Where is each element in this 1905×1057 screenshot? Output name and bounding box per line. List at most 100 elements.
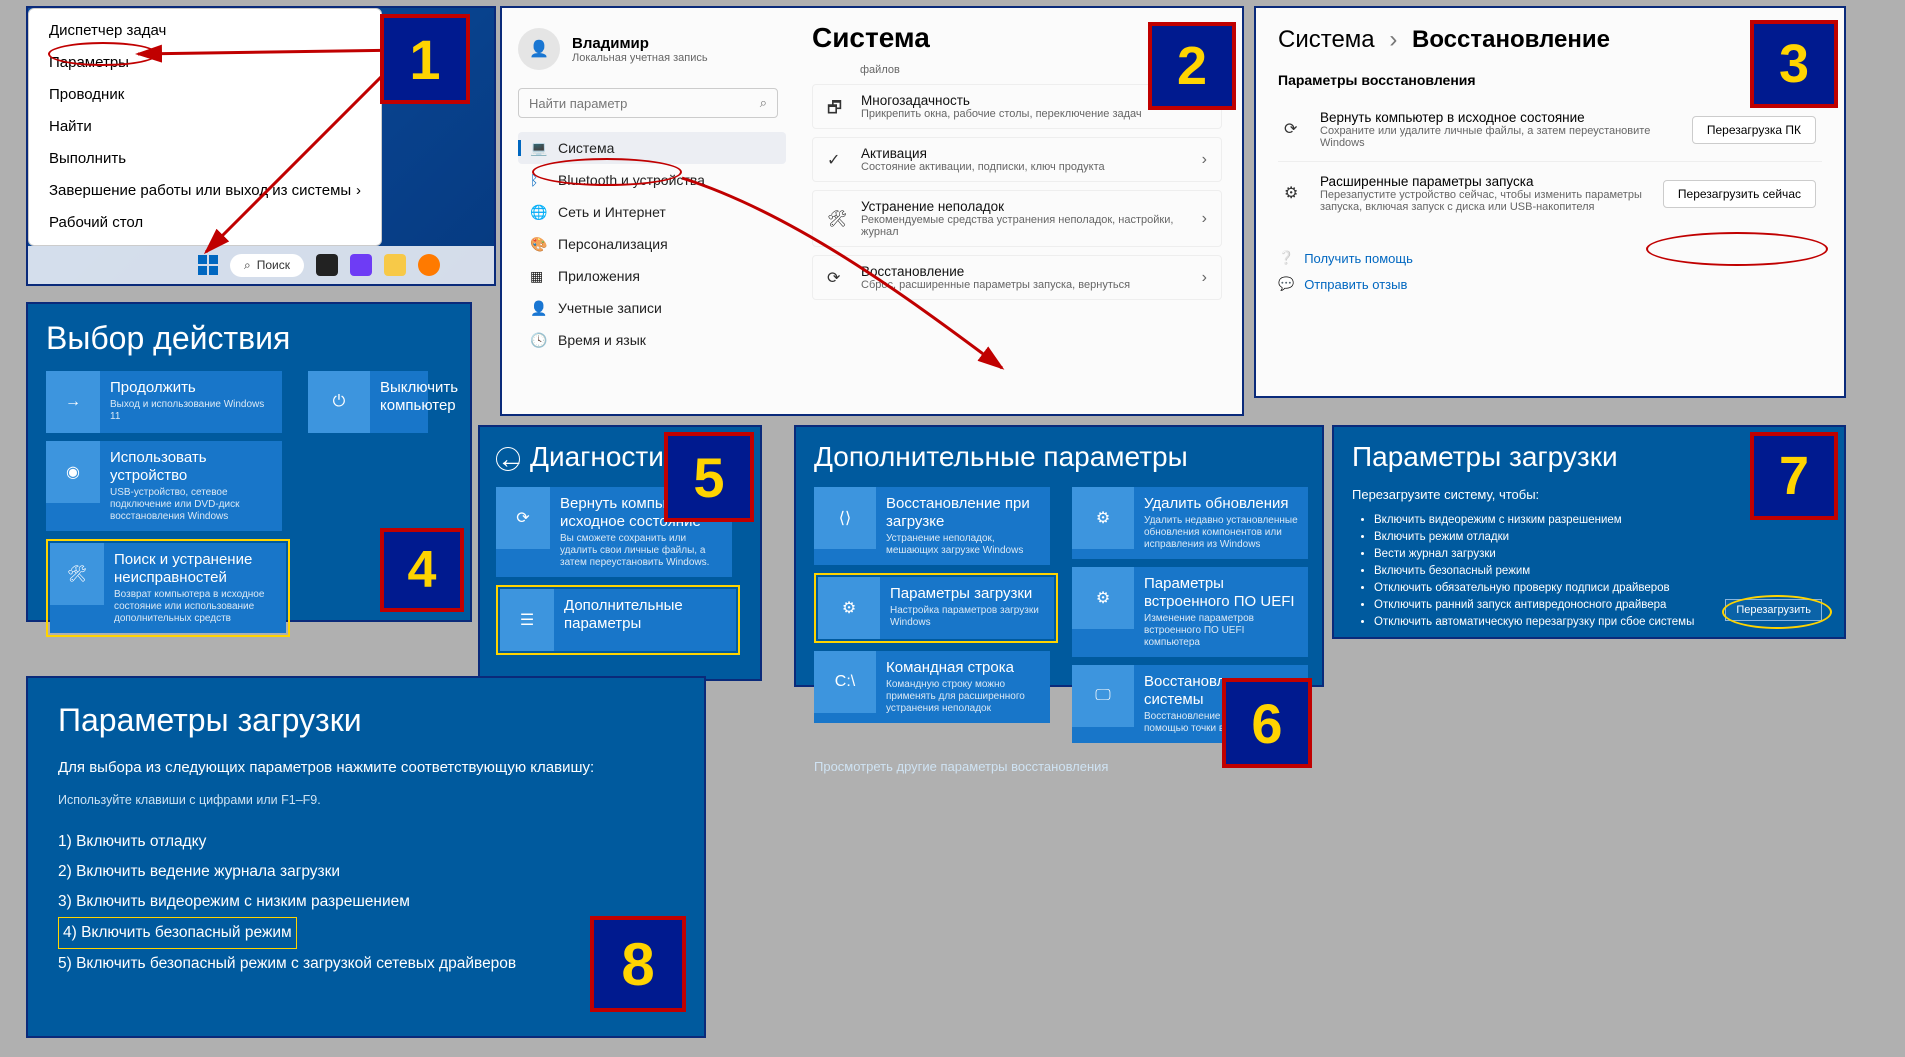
panel-2-settings-system: 👤 Владимир Локальная учетная запись Найт… — [500, 6, 1244, 416]
tile-startup-repair[interactable]: ⟨⟩Восстановление при загрузкеУстранение … — [814, 487, 1050, 565]
step-badge-1: 1 — [380, 14, 470, 104]
network-icon: 🌐 — [530, 204, 546, 220]
tile-troubleshoot[interactable]: 🛠 Поиск и устранение неисправностейВозвр… — [50, 543, 286, 633]
help-icon: ❔ — [1278, 250, 1294, 266]
nav-apps[interactable]: ▦Приложения — [518, 260, 786, 292]
taskbar-icon-firefox[interactable] — [418, 254, 440, 276]
nav-time[interactable]: 🕓Время и язык — [518, 324, 786, 356]
chevron-right-icon: › — [356, 182, 361, 200]
list-item: 3) Включить видеорежим с низким разрешен… — [58, 887, 674, 917]
step-badge-5: 5 — [664, 432, 754, 522]
tile-startup-settings[interactable]: ⚙Параметры загрузкиНастройка параметров … — [818, 577, 1054, 639]
re-heading: Дополнительные параметры — [814, 441, 1304, 473]
restart-button[interactable]: Перезагрузить — [1725, 599, 1822, 621]
feedback-icon: 💬 — [1278, 276, 1294, 292]
settings-search-input[interactable]: Найти параметр ⌕ — [518, 88, 778, 118]
chevron-right-icon: › — [1202, 269, 1207, 287]
numbered-options: 1) Включить отладку 2) Включить ведение … — [58, 827, 674, 979]
tools-icon: 🛠 — [50, 543, 104, 605]
tile-use-device[interactable]: ◉ Использовать устройствоUSB-устройство,… — [46, 441, 282, 531]
nav-bluetooth[interactable]: ᛒBluetooth и устройства — [518, 164, 786, 196]
highlight-advanced: ☰ Дополнительные параметры — [496, 585, 740, 655]
reset-icon: ⟳ — [1284, 119, 1306, 141]
recovery-icon: ⟳ — [827, 268, 847, 288]
back-button[interactable]: ← — [496, 447, 520, 471]
list-item: 5) Включить безопасный режим с загрузкой… — [58, 949, 674, 979]
reset-icon: ⟳ — [496, 487, 550, 549]
step-badge-7: 7 — [1750, 432, 1838, 520]
list-icon: ☰ — [500, 589, 554, 651]
breadcrumb-root[interactable]: Система — [1278, 26, 1375, 53]
reset-pc-button[interactable]: Перезагрузка ПК — [1692, 116, 1816, 144]
recovery-reset-row: ⟳ Вернуть компьютер в исходное состояние… — [1278, 98, 1822, 162]
nav-system[interactable]: 💻Система — [518, 132, 786, 164]
taskbar: ⌕Поиск — [28, 246, 494, 284]
help-link[interactable]: ❔Получить помощь — [1278, 245, 1822, 271]
bluetooth-icon: ᛒ — [530, 172, 546, 188]
avatar-icon: 👤 — [518, 28, 560, 70]
cmd-icon: C:\ — [814, 651, 876, 713]
taskbar-icon-chat[interactable] — [350, 254, 372, 276]
menu-item-settings[interactable]: Параметры — [29, 47, 381, 79]
menu-item-taskmgr[interactable]: Диспетчер задач — [29, 15, 381, 47]
taskbar-search[interactable]: ⌕Поиск — [230, 254, 304, 277]
menu-item-run[interactable]: Выполнить — [29, 143, 381, 175]
tile-poweroff[interactable]: ⏻ Выключить компьютер — [308, 371, 428, 433]
menu-item-desktop[interactable]: Рабочий стол — [29, 207, 381, 239]
card-troubleshoot[interactable]: 🛠 Устранение неполадокРекомендуемые сред… — [812, 190, 1222, 247]
hint-text: Используйте клавиши с цифрами или F1–F9. — [58, 793, 674, 807]
highlight-safe-mode: 4) Включить безопасный режим — [58, 917, 297, 949]
uefi-icon: ⚙ — [1072, 567, 1134, 629]
settings-nav: 💻Система ᛒBluetooth и устройства 🌐Сеть и… — [518, 132, 786, 356]
card-recovery[interactable]: ⟳ ВосстановлениеСброс, расширенные парам… — [812, 255, 1222, 300]
nav-personalization[interactable]: 🎨Персонализация — [518, 228, 786, 260]
user-name: Владимир — [572, 35, 708, 52]
list-item: Включить безопасный режим — [1374, 563, 1826, 580]
startup-repair-icon: ⟨⟩ — [814, 487, 876, 549]
restore-icon: 🖵 — [1072, 665, 1134, 727]
restart-now-button[interactable]: Перезагрузить сейчас — [1663, 180, 1816, 208]
chevron-right-icon: › — [1202, 151, 1207, 169]
taskbar-icon-taskview[interactable] — [316, 254, 338, 276]
chevron-right-icon: › — [1389, 26, 1397, 53]
menu-item-search[interactable]: Найти — [29, 111, 381, 143]
breadcrumb: Система › Восстановление — [1278, 26, 1822, 54]
start-button[interactable] — [198, 255, 218, 275]
recovery-advanced-startup-row: ⚙ Расширенные параметры запускаПерезапус… — [1278, 162, 1822, 225]
accounts-icon: 👤 — [530, 300, 546, 316]
step-badge-6: 6 — [1222, 678, 1312, 768]
power-icon: ⏻ — [308, 371, 370, 433]
user-desc: Локальная учетная запись — [572, 52, 708, 64]
settings-sidebar: 👤 Владимир Локальная учетная запись Найт… — [502, 8, 802, 414]
taskbar-icon-explorer[interactable] — [384, 254, 406, 276]
footer-links: ❔Получить помощь 💬Отправить отзыв — [1278, 245, 1822, 297]
menu-item-explorer[interactable]: Проводник — [29, 79, 381, 111]
page-title: Параметры загрузки — [58, 702, 674, 739]
start-context-menu: Диспетчер задач Параметры Проводник Найт… — [28, 8, 382, 246]
tile-uninstall-updates[interactable]: ⚙Удалить обновленияУдалить недавно устан… — [1072, 487, 1308, 559]
breadcrumb-leaf: Восстановление — [1412, 26, 1610, 53]
chevron-right-icon: › — [1202, 210, 1207, 228]
advanced-startup-icon: ⚙ — [1284, 183, 1306, 205]
search-icon: ⌕ — [244, 258, 251, 273]
card-activation[interactable]: ✓ АктивацияСостояние активации, подписки… — [812, 137, 1222, 182]
highlight-troubleshoot: 🛠 Поиск и устранение неисправностейВозвр… — [46, 539, 290, 637]
list-item: Включить режим отладки — [1374, 529, 1826, 546]
tile-continue[interactable]: → ПродолжитьВыход и использование Window… — [46, 371, 282, 433]
lead-text: Для выбора из следующих параметров нажми… — [58, 757, 674, 779]
nav-accounts[interactable]: 👤Учетные записи — [518, 292, 786, 324]
menu-item-shutdown[interactable]: Завершение работы или выход из системы› — [29, 175, 381, 207]
panel-6-advanced-options: Дополнительные параметры ⟨⟩Восстановлени… — [794, 425, 1324, 687]
tile-uefi[interactable]: ⚙Параметры встроенного ПО UEFIИзменение … — [1072, 567, 1308, 657]
tile-advanced-options[interactable]: ☰ Дополнительные параметры — [500, 589, 736, 651]
multitask-icon: 🗗 — [827, 97, 847, 117]
feedback-link[interactable]: 💬Отправить отзыв — [1278, 271, 1822, 297]
time-icon: 🕓 — [530, 332, 546, 348]
list-item: 1) Включить отладку — [58, 827, 674, 857]
activation-icon: ✓ — [827, 150, 847, 170]
step-badge-2: 2 — [1148, 22, 1236, 110]
tile-cmd[interactable]: C:\Командная строкаКомандную строку можн… — [814, 651, 1050, 723]
disc-icon: ◉ — [46, 441, 100, 503]
system-icon: 💻 — [530, 140, 546, 156]
nav-network[interactable]: 🌐Сеть и Интернет — [518, 196, 786, 228]
